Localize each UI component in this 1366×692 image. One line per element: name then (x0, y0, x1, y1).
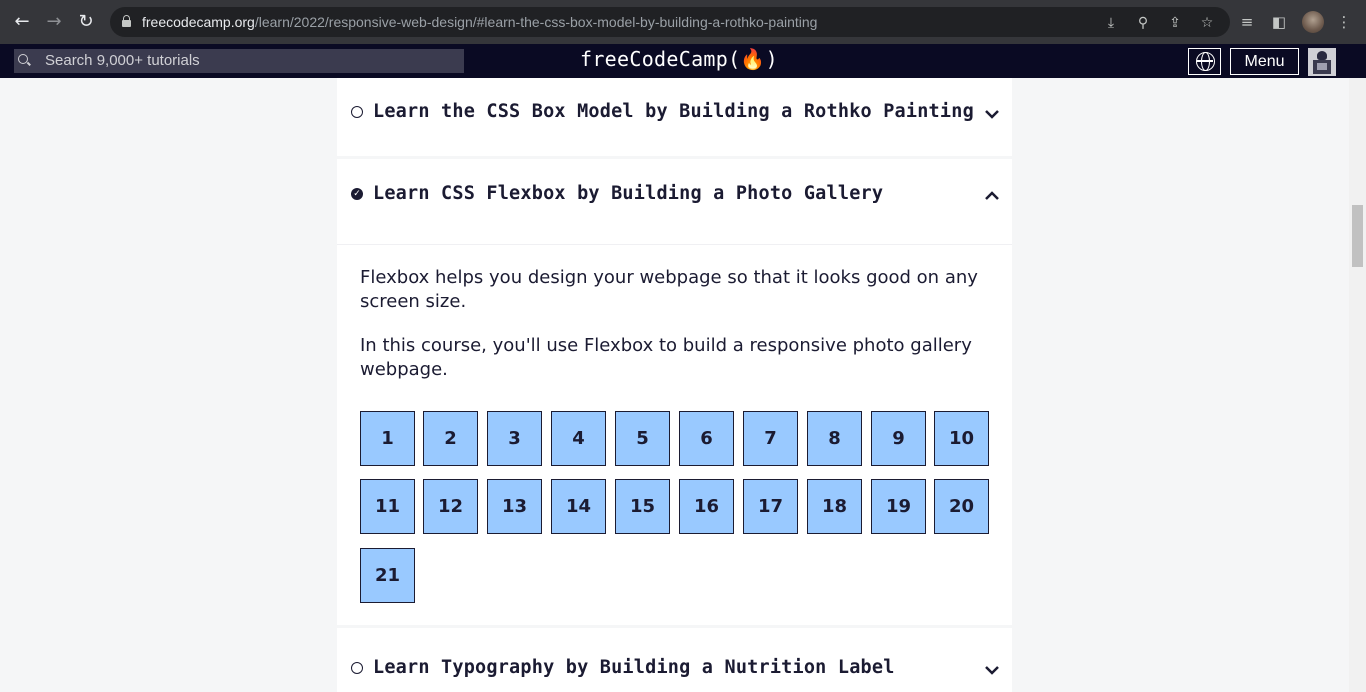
step-button[interactable]: 10 (934, 411, 989, 466)
side-panel-icon[interactable]: ◧ (1269, 12, 1289, 32)
step-button[interactable]: 18 (807, 479, 862, 534)
block-header-typography[interactable]: Learn Typography by Building a Nutrition… (337, 634, 1012, 692)
browser-toolbar: ← → ↻ freecodecamp.org/learn/2022/respon… (0, 0, 1366, 44)
chevron-up-icon (982, 186, 1002, 206)
zoom-icon[interactable]: ⚲ (1134, 14, 1152, 32)
step-button[interactable]: 3 (487, 411, 542, 466)
block-typography: Learn Typography by Building a Nutrition… (337, 628, 1012, 692)
globe-icon (1196, 52, 1215, 71)
step-button[interactable]: 9 (871, 411, 926, 466)
check-circle-icon: ✓ (351, 188, 363, 200)
curriculum-column: Learn the CSS Box Model by Building a Ro… (337, 78, 1012, 692)
step-button[interactable]: 13 (487, 479, 542, 534)
url-text[interactable]: freecodecamp.org/learn/2022/responsive-w… (142, 14, 817, 30)
url-path: /learn/2022/responsive-web-design/#learn… (254, 14, 818, 30)
lock-icon[interactable] (122, 15, 131, 28)
chevron-down-icon (982, 660, 1002, 680)
block-rothko: Learn the CSS Box Model by Building a Ro… (337, 78, 1012, 156)
page-scrollbar[interactable] (1349, 78, 1366, 692)
reading-list-icon[interactable]: ≡ (1237, 12, 1257, 32)
search-icon (18, 54, 28, 64)
step-button[interactable]: 1 (360, 411, 415, 466)
block-header-flexbox[interactable]: ✓ Learn CSS Flexbox by Building a Photo … (337, 160, 1012, 234)
step-button[interactable]: 7 (743, 411, 798, 466)
block-flexbox: ✓ Learn CSS Flexbox by Building a Photo … (337, 159, 1012, 625)
block-description: Flexbox helps you design your webpage so… (360, 267, 978, 312)
profile-avatar[interactable] (1302, 11, 1324, 33)
search-input[interactable]: Search 9,000+ tutorials (14, 49, 464, 73)
chevron-down-icon (982, 104, 1002, 124)
step-button[interactable]: 20 (934, 479, 989, 534)
back-arrow-icon[interactable]: ← (10, 10, 34, 34)
block-title: Learn Typography by Building a Nutrition… (373, 657, 895, 678)
forward-arrow-icon[interactable]: → (42, 10, 66, 34)
step-button[interactable]: 12 (423, 479, 478, 534)
step-button[interactable]: 11 (360, 479, 415, 534)
site-logo[interactable]: freeCodeCamp(🔥) (580, 47, 778, 71)
address-bar[interactable]: freecodecamp.org/learn/2022/responsive-w… (110, 7, 1230, 37)
step-button[interactable]: 4 (551, 411, 606, 466)
url-host: freecodecamp.org (142, 14, 255, 30)
more-menu-icon[interactable]: ⋮ (1334, 12, 1354, 32)
language-button[interactable] (1188, 48, 1221, 75)
user-avatar[interactable] (1308, 48, 1336, 76)
bookmark-star-icon[interactable]: ☆ (1198, 14, 1216, 32)
menu-button[interactable]: Menu (1230, 48, 1299, 75)
block-title: Learn the CSS Box Model by Building a Ro… (373, 101, 974, 122)
block-header-rothko[interactable]: Learn the CSS Box Model by Building a Ro… (337, 78, 1012, 152)
step-button[interactable]: 15 (615, 479, 670, 534)
step-button[interactable]: 8 (807, 411, 862, 466)
incomplete-circle-icon (351, 662, 363, 674)
step-button[interactable]: 16 (679, 479, 734, 534)
block-title: Learn CSS Flexbox by Building a Photo Ga… (373, 183, 884, 204)
step-button[interactable]: 19 (871, 479, 926, 534)
reload-icon[interactable]: ↻ (74, 10, 98, 34)
step-button[interactable]: 17 (743, 479, 798, 534)
install-app-icon[interactable]: ⤓ (1102, 14, 1120, 32)
site-navbar: Search 9,000+ tutorials freeCodeCamp(🔥) … (0, 44, 1366, 78)
step-button[interactable]: 21 (360, 548, 415, 603)
step-button[interactable]: 2 (423, 411, 478, 466)
scrollbar-thumb[interactable] (1352, 205, 1363, 267)
share-icon[interactable]: ⇪ (1166, 14, 1184, 32)
step-button[interactable]: 5 (615, 411, 670, 466)
step-button[interactable]: 14 (551, 479, 606, 534)
step-button[interactable]: 6 (679, 411, 734, 466)
search-placeholder: Search 9,000+ tutorials (45, 52, 200, 69)
incomplete-circle-icon (351, 106, 363, 118)
divider (337, 244, 1012, 245)
block-description: In this course, you'll use Flexbox to bu… (360, 335, 972, 380)
